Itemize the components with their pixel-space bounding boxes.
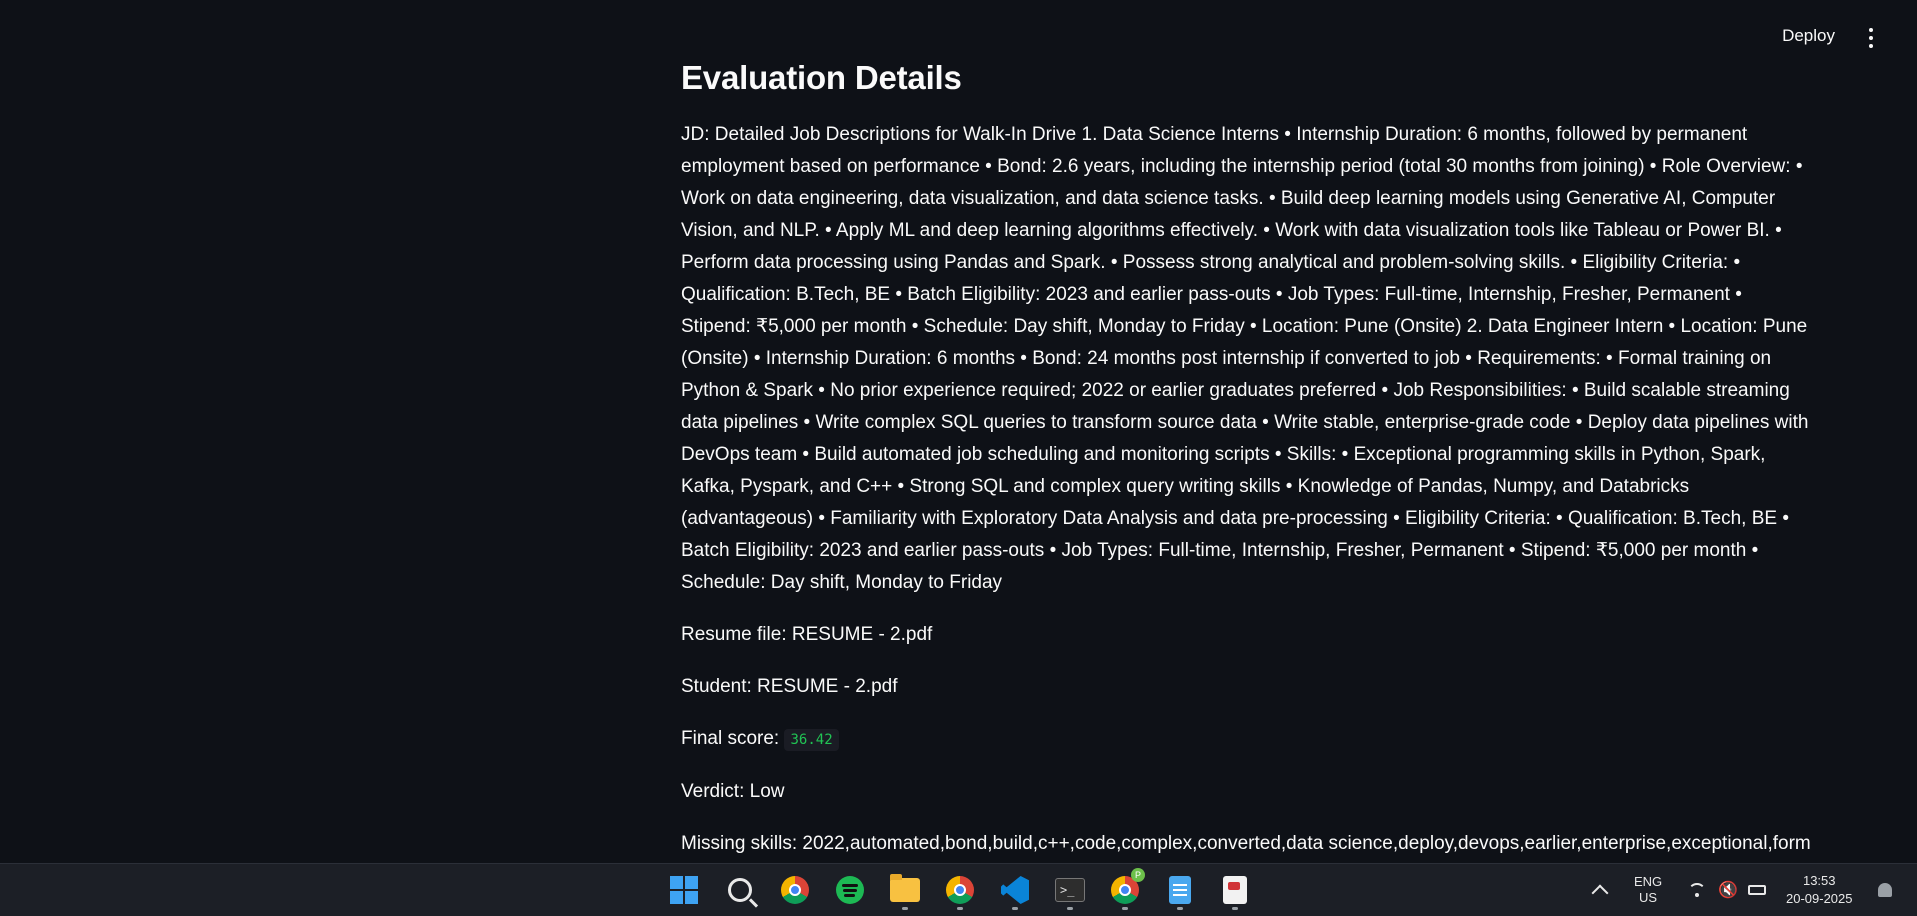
deploy-button[interactable]: Deploy: [1782, 26, 1835, 46]
spotify-icon[interactable]: [834, 874, 866, 906]
clock-date: 20-09-2025: [1786, 891, 1853, 906]
start-icon[interactable]: [668, 874, 700, 906]
final-score-label: Final score:: [681, 728, 780, 749]
chrome-profile-p-icon[interactable]: P: [1109, 868, 1145, 910]
lang-region: US: [1639, 890, 1658, 905]
chrome-icon[interactable]: [779, 874, 811, 906]
speaker-muted-icon[interactable]: 🔇: [1718, 864, 1738, 916]
snipping-tool-icon[interactable]: [1219, 874, 1251, 910]
clock-time: 13:53: [1802, 873, 1836, 888]
show-hidden-icons[interactable]: [1591, 864, 1609, 916]
file-explorer-icon[interactable]: [889, 874, 921, 910]
notepad-icon[interactable]: [1164, 874, 1196, 910]
kebab-menu-icon[interactable]: [1866, 28, 1876, 48]
chevron-up-icon: [1591, 884, 1609, 902]
page-title: Evaluation Details: [681, 59, 962, 96]
resume-file-text: Resume file: RESUME - 2.pdf: [681, 624, 933, 645]
lang-code: ENG: [1634, 874, 1663, 889]
terminal-icon[interactable]: >_: [1054, 874, 1086, 910]
clock[interactable]: 13:53 20-09-2025: [1786, 864, 1853, 916]
missing-skills-label: Missing skills:: [681, 833, 798, 854]
profile-badge: P: [1131, 868, 1145, 882]
notification-bell-icon[interactable]: [1878, 864, 1892, 916]
vscode-icon[interactable]: [999, 874, 1031, 910]
wifi-icon[interactable]: [1688, 864, 1706, 916]
student-text: Student: RESUME - 2.pdf: [681, 676, 898, 697]
taskbar: >_ P ENG US 🔇 13:53 20-09-2025: [0, 863, 1917, 916]
final-score-row: Final score: 36.42: [681, 723, 1813, 756]
job-description-text: JD: Detailed Job Descriptions for Walk-I…: [681, 124, 1809, 593]
final-score-value: 36.42: [784, 729, 839, 751]
battery-icon[interactable]: [1748, 864, 1766, 916]
language-indicator[interactable]: ENG US: [1634, 864, 1662, 916]
chrome-profile-icon[interactable]: [944, 874, 976, 910]
search-icon[interactable]: [724, 874, 756, 906]
main-content: Evaluation Details JD: Detailed Job Desc…: [681, 55, 1813, 892]
verdict-text: Verdict: Low: [681, 781, 785, 802]
